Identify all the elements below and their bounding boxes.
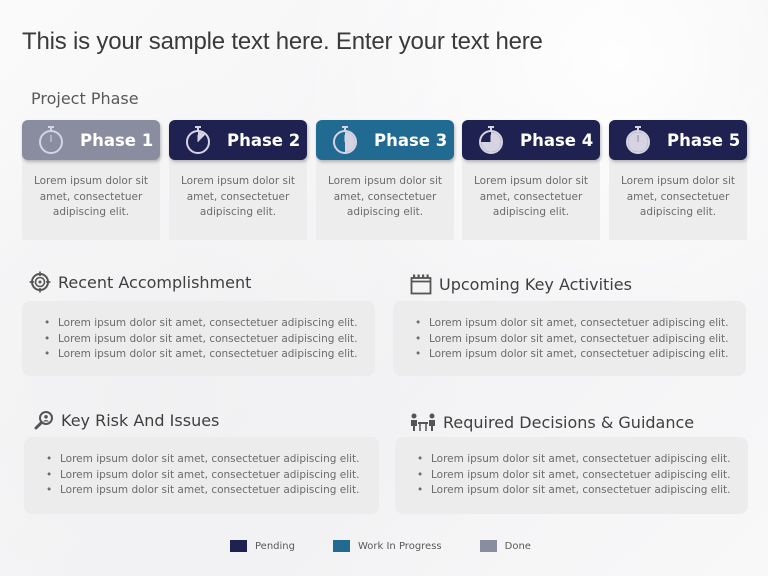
legend-swatch [230,540,247,552]
stopwatch-icon [39,126,63,154]
meeting-icon [411,413,435,431]
stopwatch-button [342,126,348,128]
list-item: Lorem ipsum dolor sit amet, consectetuer… [417,452,748,468]
section-title-text: Recent Accomplishment [58,272,252,292]
phase-card-5: Lorem ipsum dolor sit amet, consectetuer… [609,120,747,240]
calendar-icon [410,274,432,295]
recent-accomplishment-box: Lorem ipsum dolor sit amet, consectetuer… [22,301,375,376]
stopwatch-icon [333,126,357,154]
phase-description: Lorem ipsum dolor sit amet, consectetuer… [180,175,296,218]
list-item: Lorem ipsum dolor sit amet, consectetuer… [46,483,379,499]
list-item: Lorem ipsum dolor sit amet, consectetuer… [44,316,375,332]
bullet-list: Lorem ipsum dolor sit amet, consectetuer… [415,316,746,363]
key-risk-heading: Key Risk And Issues [34,410,219,430]
legend-label: Pending [255,540,295,552]
section-subtitle: Project Phase [31,89,139,108]
stopwatch-button [635,126,641,128]
legend-item-done: Done [479,540,531,552]
legend-label: Work In Progress [357,540,442,552]
list-item: Lorem ipsum dolor sit amet, consectetuer… [415,332,746,348]
list-item: Lorem ipsum dolor sit amet, consectetuer… [44,332,375,348]
list-item: Lorem ipsum dolor sit amet, consectetuer… [417,468,748,484]
required-decisions-box: Lorem ipsum dolor sit amet, consectetuer… [395,437,748,514]
phase-header[interactable]: Phase 1 [22,120,160,160]
list-item: Lorem ipsum dolor sit amet, consectetuer… [417,483,748,499]
legend-swatch [332,540,350,552]
list-item: Lorem ipsum dolor sit amet, consectetuer… [415,347,746,363]
phase-description: Lorem ipsum dolor sit amet, consectetuer… [473,175,589,218]
phase-body: Lorem ipsum dolor sit amet, consectetuer… [462,154,600,240]
bullet-list: Lorem ipsum dolor sit amet, consectetuer… [46,452,379,499]
slide: This is your sample text here. Enter you… [0,0,768,576]
bullet-list: Lorem ipsum dolor sit amet, consectetuer… [417,452,748,499]
key-risk-box: Lorem ipsum dolor sit amet, consectetuer… [24,437,379,514]
section-title-text: Key Risk And Issues [61,410,220,430]
stopwatch-button [488,126,494,128]
list-item: Lorem ipsum dolor sit amet, consectetuer… [46,468,379,484]
phase-header[interactable]: Phase 4 [462,120,600,160]
phase-header[interactable]: Phase 5 [609,120,747,160]
phase-label: Phase 1 [80,130,154,150]
list-item: Lorem ipsum dolor sit amet, consectetuer… [44,347,375,363]
phase-body: Lorem ipsum dolor sit amet, consectetuer… [22,154,160,240]
stopwatch-button [195,126,201,128]
phase-body: Lorem ipsum dolor sit amet, consectetuer… [169,154,307,240]
legend-label: Done [504,540,531,552]
phase-label: Phase 2 [227,130,301,150]
phase-label: Phase 4 [520,130,594,150]
legend-item-pending: Pending [230,540,295,552]
upcoming-activities-box: Lorem ipsum dolor sit amet, consectetuer… [393,301,746,376]
phase-card-3: Lorem ipsum dolor sit amet, consectetuer… [316,120,454,240]
phase-card-4: Lorem ipsum dolor sit amet, consectetuer… [462,120,600,240]
phase-description: Lorem ipsum dolor sit amet, consectetuer… [620,175,736,218]
list-item: Lorem ipsum dolor sit amet, consectetuer… [415,316,746,332]
legend-item-work-in-progress: Work In Progress [332,540,442,552]
section-title-text: Required Decisions & Guidance [443,412,695,432]
phase-label: Phase 5 [667,130,741,150]
phase-label: Phase 3 [374,130,448,150]
phase-body: Lorem ipsum dolor sit amet, consectetuer… [316,154,454,240]
phase-body: Lorem ipsum dolor sit amet, consectetuer… [609,154,747,240]
bullet-list: Lorem ipsum dolor sit amet, consectetuer… [44,316,375,363]
target-icon [29,271,51,293]
stopwatch-button [48,126,54,128]
stopwatch-icon [479,126,503,154]
phase-header[interactable]: Phase 3 [316,120,454,160]
legend-swatch [479,540,497,552]
phase-description: Lorem ipsum dolor sit amet, consectetuer… [33,175,149,218]
phase-card-2: Lorem ipsum dolor sit amet, consectetuer… [169,120,307,240]
phase-description: Lorem ipsum dolor sit amet, consectetuer… [327,175,443,218]
required-decisions-heading: Required Decisions & Guidance [410,412,694,432]
phase-row: Lorem ipsum dolor sit amet, consectetuer… [22,120,748,240]
recent-accomplishment-heading: Recent Accomplishment [29,271,251,293]
stopwatch-icon [626,126,650,154]
phase-header[interactable]: Phase 2 [169,120,307,160]
phase-card-1: Lorem ipsum dolor sit amet, consectetuer… [22,120,160,240]
stopwatch-icon [186,126,210,154]
magnifier-icon [34,411,53,430]
status-legend: Pending Work In Progress Done [230,540,569,552]
section-title-text: Upcoming Key Activities [439,274,632,294]
upcoming-activities-heading: Upcoming Key Activities [410,273,632,295]
list-item: Lorem ipsum dolor sit amet, consectetuer… [46,452,379,468]
page-title[interactable]: This is your sample text here. Enter you… [22,28,543,56]
